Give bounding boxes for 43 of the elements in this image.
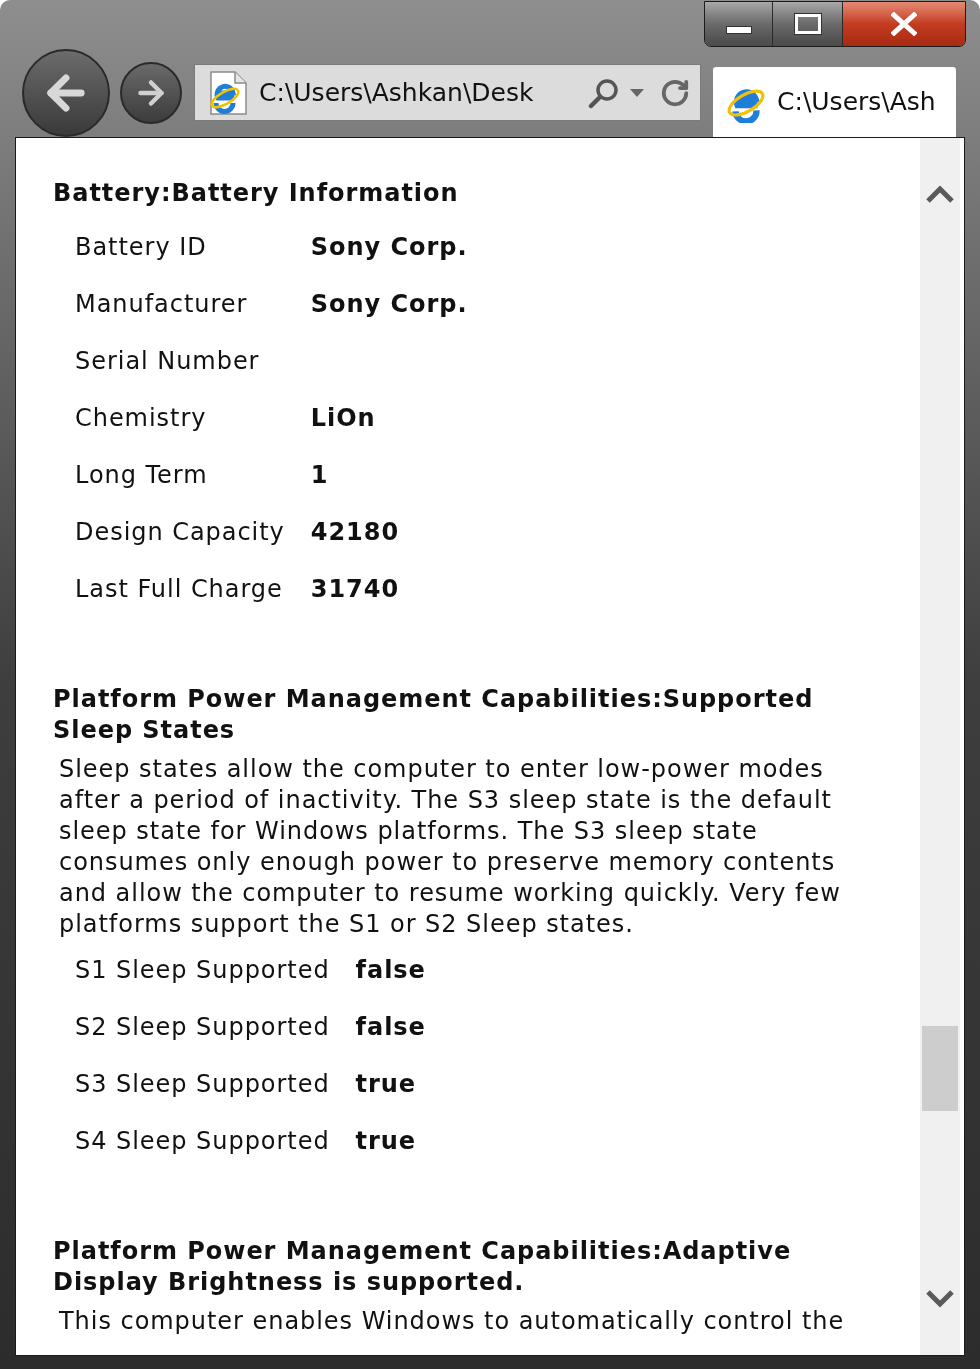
section-description: This computer enables Windows to automatically control the — [59, 1306, 846, 1337]
section-heading: Platform Power Management Capabilities:Adaptive Display Brightness is supported. — [53, 1236, 793, 1298]
property-label: Manufacturer — [75, 289, 249, 320]
property-value: false — [355, 955, 426, 986]
property-label: Design Capacity — [75, 517, 285, 548]
close-button[interactable] — [843, 2, 965, 46]
property-value: true — [355, 1069, 418, 1100]
minimize-button[interactable] — [705, 2, 773, 46]
property-label: Last Full Charge — [75, 574, 284, 605]
address-bar[interactable]: C:\Users\Ashkan\Desk — [194, 64, 701, 121]
scrollbar[interactable] — [920, 138, 960, 1355]
property-value: LiOn — [310, 403, 377, 434]
property-value: false — [355, 1012, 426, 1043]
property-value: 42180 — [310, 517, 401, 548]
search-icon — [588, 76, 620, 109]
property-label: Serial Number — [75, 346, 261, 377]
chevron-up-icon — [925, 184, 955, 204]
property-label: Chemistry — [75, 403, 208, 434]
section-description: Sleep states allow the computer to enter low-power modes after a period of inactivity. The S3 sleep state is the default sleep state for Windows platforms. The S3 sleep state consumes only enough power to preserve memory contents and allow the computer to resume working quickly. Very few platforms support the S1 or S2 Sleep states. — [59, 754, 842, 940]
property-value: Sony Corp. — [310, 232, 468, 263]
dropdown-caret-icon — [630, 88, 644, 97]
address-text: C:\Users\Ashkan\Desk — [259, 76, 534, 109]
maximize-icon — [793, 13, 822, 35]
scrollbar-thumb[interactable] — [922, 1026, 958, 1111]
property-label: S4 Sleep Supported — [75, 1126, 330, 1157]
section-heading: Platform Power Management Capabilities:Supported Sleep States — [53, 684, 815, 746]
property-value: 31740 — [310, 574, 401, 605]
property-value: true — [355, 1126, 418, 1157]
property-label: Battery ID — [75, 232, 208, 263]
page-icon — [207, 70, 247, 115]
property-value: Sony Corp. — [310, 289, 468, 320]
property-label: S1 Sleep Supported — [75, 955, 330, 986]
close-icon — [891, 12, 917, 36]
property-label: Long Term — [75, 460, 209, 491]
refresh-icon — [660, 77, 690, 108]
property-label: S3 Sleep Supported — [75, 1069, 330, 1100]
property-value: 1 — [310, 460, 330, 491]
minimize-icon — [725, 26, 752, 34]
chevron-down-icon — [925, 1289, 955, 1309]
section-heading: Battery:Battery Information — [53, 178, 460, 209]
browser-tab[interactable]: C:\Users\Ash — [713, 67, 956, 137]
maximize-button[interactable] — [773, 2, 843, 46]
property-label: S2 Sleep Supported — [75, 1012, 330, 1043]
